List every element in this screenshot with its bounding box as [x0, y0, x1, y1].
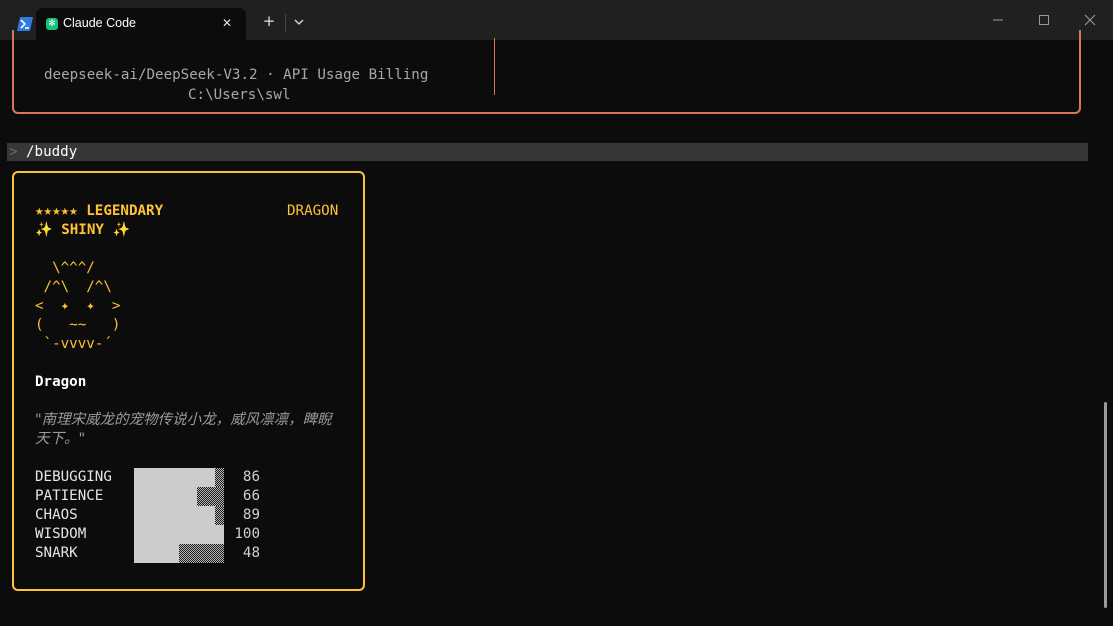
- buddy-quote: "南理宋威龙的宠物传说小龙，威风凛凛，睥睨天下。": [35, 412, 332, 447]
- stat-bar-fill: [134, 544, 179, 563]
- stat-label: DEBUGGING: [35, 469, 112, 485]
- dragon-ascii-art: \^^^/ /^\ /^\ < ✦ ✦ > ( ~~ ) `-vvvv-´: [35, 260, 121, 352]
- new-tab-button[interactable]: +: [260, 11, 278, 31]
- stat-value: 100: [234, 526, 260, 542]
- stat-label: CHAOS: [35, 507, 78, 523]
- vertical-scrollbar[interactable]: [1104, 402, 1107, 608]
- stat-bar: [134, 506, 224, 525]
- stat-bar: [134, 525, 224, 544]
- prompt-symbol: >: [9, 144, 18, 160]
- tab-title: Claude Code: [63, 16, 136, 30]
- stat-label: SNARK: [35, 545, 78, 561]
- stat-value: 89: [242, 507, 260, 523]
- buddy-card: ★★★★★ LEGENDARY DRAGON ✨ SHINY ✨ \^^^/ /…: [12, 171, 365, 591]
- stat-bar-fill: [134, 525, 224, 544]
- terminal-output[interactable]: deepseek-ai/DeepSeek-V3.2 · API Usage Bi…: [0, 30, 1113, 626]
- stat-value: 86: [242, 469, 260, 485]
- buddy-name: Dragon: [35, 374, 87, 390]
- stat-label: PATIENCE: [35, 488, 104, 504]
- stat-bar-fill: [134, 468, 215, 487]
- model-billing-line: deepseek-ai/DeepSeek-V3.2 · API Usage Bi…: [44, 67, 429, 83]
- stat-bar-fill: [134, 506, 215, 525]
- rarity-label: ★★★★★ LEGENDARY: [35, 203, 164, 219]
- welcome-divider: [494, 38, 495, 95]
- terminal-window: ✻ Claude Code ✕ + deepseek-ai/DeepSeek-V…: [0, 0, 1113, 626]
- species-label: DRAGON: [287, 203, 339, 219]
- stat-bar: [134, 544, 224, 563]
- stat-value: 66: [242, 488, 260, 504]
- working-directory: C:\Users\swl: [188, 87, 291, 103]
- claude-code-icon: ✻: [46, 18, 58, 30]
- stat-value: 48: [242, 545, 260, 561]
- prompt-row[interactable]: > /buddy: [7, 143, 1088, 161]
- chevron-down-icon[interactable]: [290, 12, 308, 32]
- shiny-badge: ✨ SHINY ✨: [35, 222, 131, 238]
- prompt-command: /buddy: [26, 144, 78, 160]
- stat-bar: [134, 468, 224, 487]
- powershell-icon[interactable]: [17, 16, 33, 31]
- stat-label: WISDOM: [35, 526, 87, 542]
- stat-bar: [134, 487, 224, 506]
- stat-bar-fill: [134, 487, 197, 506]
